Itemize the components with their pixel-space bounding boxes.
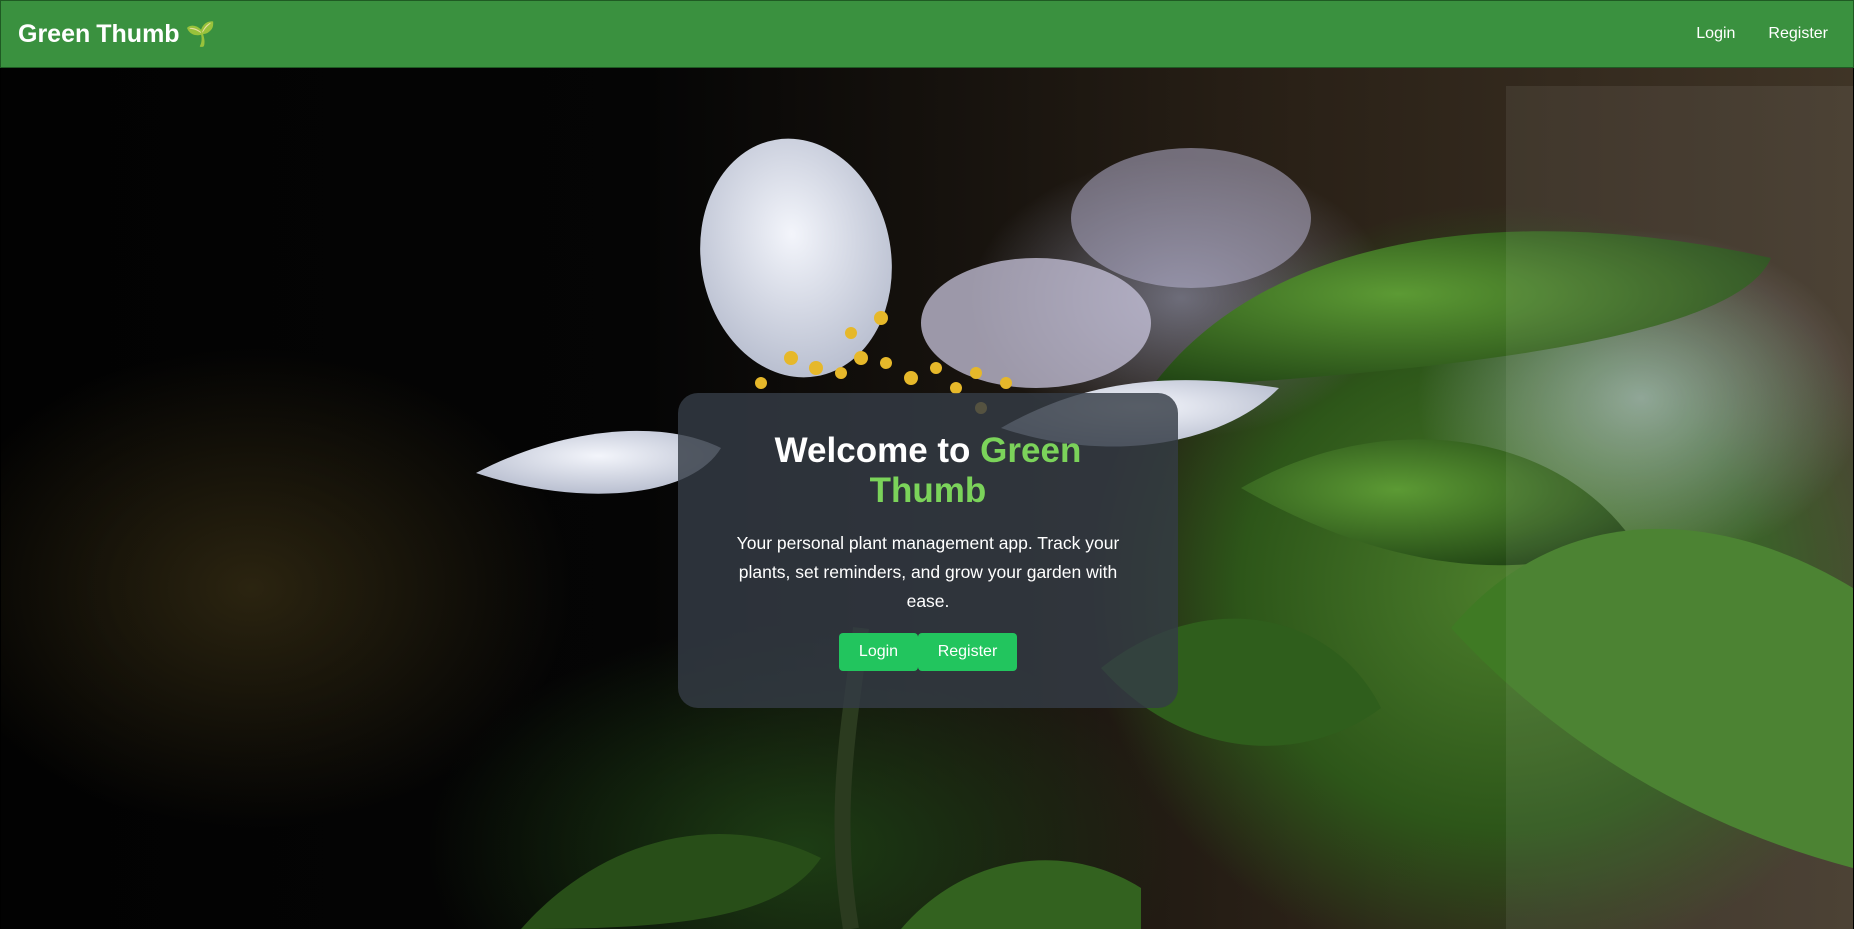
welcome-card: Welcome to Green Thumb Your personal pla… [678,393,1178,708]
welcome-title-prefix: Welcome to [774,431,971,470]
welcome-description: Your personal plant management app. Trac… [736,533,1120,611]
translucent-overlay-panel [1506,86,1853,929]
brand-text-thumb: Thumb [96,19,180,48]
sprout-icon: 🌱 [185,20,216,48]
brand-text-green: Green [18,19,91,48]
welcome-title: Welcome to Green Thumb [758,431,1098,511]
nav-login-link[interactable]: Login [1696,25,1735,43]
nav-register-link[interactable]: Register [1768,25,1828,43]
brand-logo[interactable]: Green Thumb 🌱 [18,20,215,49]
hero-background: Welcome to Green Thumb Your personal pla… [1,68,1853,929]
top-navbar: Green Thumb 🌱 Login Register [0,0,1854,68]
nav-links: Login Register [1696,25,1828,43]
register-button[interactable]: Register [918,633,1017,671]
login-button[interactable]: Login [839,633,918,671]
hero-buttons: Login Register [678,633,1178,671]
